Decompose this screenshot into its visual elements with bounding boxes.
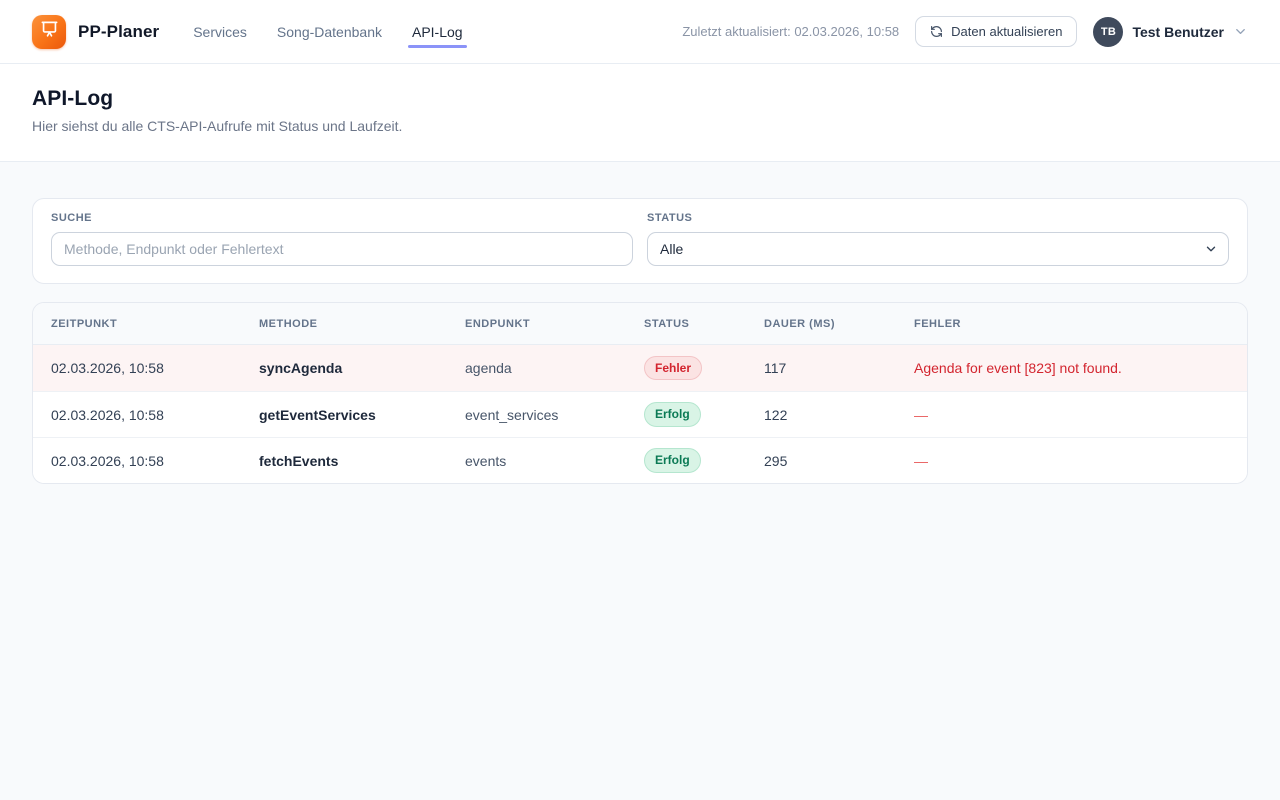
user-name: Test Benutzer [1132, 24, 1224, 40]
refresh-button-label: Daten aktualisieren [951, 24, 1062, 39]
main-content: Suche Status Alle Zeitpunkt Methode Endp… [0, 162, 1280, 520]
app-logo [32, 15, 66, 49]
last-updated-label: Zuletzt aktualisiert: 02.03.2026, 10:58 [682, 24, 899, 39]
table-header-row: Zeitpunkt Methode Endpunkt Status Dauer … [33, 303, 1247, 345]
search-field-group: Suche [51, 212, 633, 266]
page-header: API-Log Hier siehst du alle CTS-API-Aufr… [0, 64, 1280, 162]
table-row: 02.03.2026, 10:58 fetchEvents events Erf… [33, 437, 1247, 483]
status-badge: Fehler [644, 356, 702, 380]
column-header-status: Status [644, 318, 764, 330]
filter-card: Suche Status Alle [32, 198, 1248, 284]
cell-status: Erfolg [644, 402, 764, 426]
column-header-fehler: Fehler [914, 318, 1229, 330]
cell-status: Erfolg [644, 448, 764, 472]
refresh-icon [930, 25, 943, 38]
cell-endpunkt: events [465, 453, 644, 469]
column-header-dauer: Dauer (ms) [764, 318, 914, 330]
cell-endpunkt: agenda [465, 360, 644, 376]
cell-dauer: 295 [764, 453, 914, 469]
api-log-table: Zeitpunkt Methode Endpunkt Status Dauer … [32, 302, 1248, 484]
avatar: TB [1093, 17, 1123, 47]
top-bar: PP-Planer Services Song-Datenbank API-Lo… [0, 0, 1280, 64]
status-label: Status [647, 212, 1229, 224]
status-badge: Erfolg [644, 448, 701, 472]
search-label: Suche [51, 212, 633, 224]
brand: PP-Planer [32, 15, 159, 49]
cell-endpunkt: event_services [465, 407, 644, 423]
cell-methode: getEventServices [259, 407, 465, 423]
search-input[interactable] [51, 232, 633, 266]
page-subtitle: Hier siehst du alle CTS-API-Aufrufe mit … [32, 118, 1248, 134]
chevron-down-icon [1233, 24, 1248, 39]
table-body: 02.03.2026, 10:58 syncAgenda agenda Fehl… [33, 345, 1247, 483]
table-row: 02.03.2026, 10:58 getEventServices event… [33, 391, 1247, 437]
cell-zeitpunkt: 02.03.2026, 10:58 [51, 407, 259, 423]
column-header-zeitpunkt: Zeitpunkt [51, 318, 259, 330]
nav-item-song-datenbank[interactable]: Song-Datenbank [275, 18, 384, 46]
page-title: API-Log [32, 87, 1248, 111]
cell-fehler: — [914, 453, 1229, 469]
table-row: 02.03.2026, 10:58 syncAgenda agenda Fehl… [33, 345, 1247, 391]
refresh-data-button[interactable]: Daten aktualisieren [915, 16, 1077, 47]
cell-methode: syncAgenda [259, 360, 465, 376]
cell-fehler: Agenda for event [823] not found. [914, 360, 1229, 376]
user-menu[interactable]: TB Test Benutzer [1093, 17, 1248, 47]
cell-zeitpunkt: 02.03.2026, 10:58 [51, 360, 259, 376]
column-header-endpunkt: Endpunkt [465, 318, 644, 330]
cell-status: Fehler [644, 356, 764, 380]
nav-item-api-log[interactable]: API-Log [410, 18, 465, 46]
presentation-icon [40, 20, 59, 44]
brand-name: PP-Planer [78, 22, 159, 42]
nav-item-services[interactable]: Services [191, 18, 249, 46]
status-field-group: Status Alle [647, 212, 1229, 266]
status-badge: Erfolg [644, 402, 701, 426]
main-nav: Services Song-Datenbank API-Log [191, 18, 464, 46]
cell-dauer: 117 [764, 360, 914, 376]
cell-zeitpunkt: 02.03.2026, 10:58 [51, 453, 259, 469]
cell-fehler: — [914, 407, 1229, 423]
column-header-methode: Methode [259, 318, 465, 330]
status-select[interactable]: Alle [647, 232, 1229, 266]
cell-methode: fetchEvents [259, 453, 465, 469]
cell-dauer: 122 [764, 407, 914, 423]
